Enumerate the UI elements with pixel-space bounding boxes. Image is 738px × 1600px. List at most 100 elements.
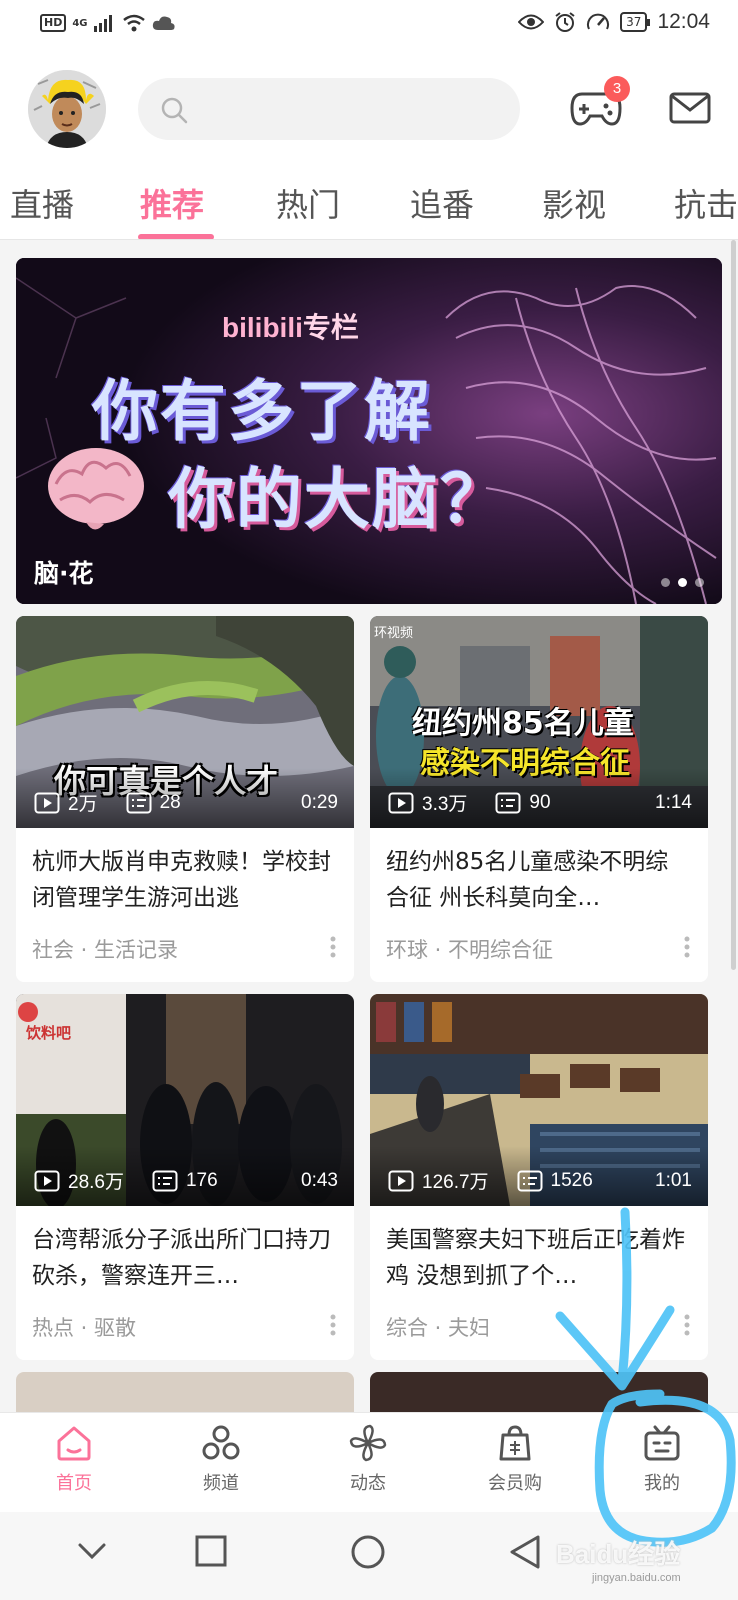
more-options-icon[interactable] [684,1314,690,1336]
danmaku-count: 28 [126,792,181,814]
danmaku-count: 90 [495,791,551,814]
channel-icon [202,1425,240,1460]
more-options-icon[interactable] [330,936,336,958]
danmaku-count: 1526 [517,1170,593,1192]
video-stats: 3.3万 90 1:14 [388,789,692,816]
danmaku-count-value: 90 [529,791,551,813]
danmaku-icon [495,792,521,813]
signal-icon [93,15,112,32]
danmaku-count-value: 176 [185,1169,218,1191]
video-card[interactable]: 饮料吧 28.6万 176 0:43 台湾帮派分子派出所门口持刀砍杀，警察连开三… [16,994,354,1360]
tv-icon [644,1425,680,1461]
video-duration: 0:29 [301,791,338,813]
danmaku-count: 176 [152,1170,218,1192]
clock: 12:04 [657,10,710,33]
back-button-icon[interactable] [508,1534,542,1570]
hd-indicator: HD [40,14,67,32]
play-count: 3.3万 [388,789,467,816]
video-card[interactable] [370,1372,708,1412]
banner-brand-logo: bilibili [222,312,303,343]
video-title: 杭师大版肖申克救赎！学校封闭管理学生游河出逃 [32,849,331,911]
thumbnail-sign: 饮料吧 [26,1024,72,1042]
video-stats: 2万 28 0:29 [34,789,338,816]
video-duration: 1:01 [655,1169,692,1191]
play-count-value: 2万 [68,794,98,815]
speed-icon [587,13,610,30]
avatar-image [28,70,106,148]
video-stats: 28.6万 176 0:43 [34,1167,338,1194]
video-card[interactable]: 126.7万 1526 1:01 美国警察夫妇下班后正吃着炸鸡 没想到抓了个… … [370,994,708,1360]
banner-carousel[interactable]: bilibili专栏 你有多了解 你的大脑？ 脑·花 [16,258,722,604]
nav-mine[interactable]: 我的 [602,1423,722,1495]
tab-live[interactable]: 直播 [10,180,74,226]
video-title: 美国警察夫妇下班后正吃着炸鸡 没想到抓了个… [386,1227,685,1289]
video-title: 台湾帮派分子派出所门口持刀砍杀，警察连开三… [32,1227,331,1289]
banner-headline-2: 你的大脑？ [168,461,508,538]
tab-fight[interactable]: 抗击 [674,180,738,226]
video-thumbnail: 饮料吧 28.6万 176 0:43 [16,994,354,1206]
more-options-icon[interactable] [330,1314,336,1336]
nav-shop[interactable]: 会员购 [455,1423,575,1495]
nav-dynamic[interactable]: 动态 [308,1423,428,1495]
tab-recommend[interactable]: 推荐 [140,180,204,226]
video-card[interactable]: 你可真是个人才 2万 28 0:29 杭师大版肖申克救赎！学校封闭管理学生游河出… [16,616,354,982]
home-icon [57,1426,91,1461]
alarm-icon [555,12,575,32]
cloud-icon [152,16,175,30]
mail-icon [669,92,711,124]
messages-button[interactable] [668,88,712,128]
video-thumbnail: 你可真是个人才 2万 28 0:29 [16,616,354,828]
video-duration: 1:14 [655,791,692,813]
video-card[interactable] [16,1372,354,1412]
recommend-feed[interactable]: bilibili专栏 你有多了解 你的大脑？ 脑·花 你可真是个人才 [0,240,738,1412]
video-category: 热点 · 驱散 [32,1316,137,1340]
play-icon [388,792,414,813]
nav-home[interactable]: 首页 [14,1423,134,1495]
tab-film[interactable]: 影视 [542,180,606,226]
shopping-bag-icon [499,1425,531,1461]
carousel-indicator [661,578,704,587]
nav-channel-label: 频道 [203,1473,239,1494]
play-count: 2万 [34,789,98,816]
status-bar: HD 4G 37 12:04 [0,0,738,52]
wifi-icon [122,14,145,32]
tab-hot[interactable]: 热门 [276,180,340,226]
tab-anime[interactable]: 追番 [410,180,474,226]
video-card[interactable]: 环视频 纽约州85名儿童 感染不明综合征 3.3万 90 1:14 纽约州85名… [370,616,708,982]
recents-button-icon[interactable] [194,1534,228,1568]
thumbnail-caption-1: 纽约州85名儿童 [412,706,634,741]
search-icon [161,97,188,124]
danmaku-count-value: 28 [159,791,181,813]
more-options-icon[interactable] [684,936,690,958]
banner-headline-1: 你有多了解 [92,373,432,450]
scrollbar[interactable] [731,240,736,970]
play-count-value: 28.6万 [68,1172,124,1193]
play-icon [34,792,60,813]
top-header: 3 [0,52,738,164]
play-icon [388,1170,414,1191]
play-count: 28.6万 [34,1167,124,1194]
pinwheel-icon [349,1424,387,1462]
avatar[interactable] [28,70,106,148]
nav-channel[interactable]: 频道 [161,1423,281,1495]
home-button-icon[interactable] [350,1534,386,1570]
danmaku-icon [517,1170,543,1191]
video-stats: 126.7万 1526 1:01 [388,1167,692,1194]
danmaku-icon [152,1170,178,1191]
video-title: 纽约州85名儿童感染不明综合征 州长科莫向全… [386,849,669,911]
video-category: 环球 · 不明综合征 [386,938,554,962]
search-input[interactable] [138,78,520,140]
watermark: Baidu经验 [556,1539,681,1569]
play-count-value: 3.3万 [422,794,468,815]
collapse-icon[interactable] [76,1534,108,1566]
banner-brand: bilibili专栏 [222,306,359,346]
play-count-value: 126.7万 [422,1172,489,1193]
video-category: 综合 · 夫妇 [386,1316,491,1340]
watermark-url: jingyan.baidu.com [592,1572,681,1584]
video-duration: 0:43 [301,1169,338,1191]
video-thumbnail: 126.7万 1526 1:01 [370,994,708,1206]
video-thumbnail [16,1372,354,1412]
category-tabs: 直播 推荐 热门 追番 影视 抗击 [0,164,738,240]
carousel-dot-active [678,578,687,587]
nav-mine-label: 我的 [644,1473,680,1494]
